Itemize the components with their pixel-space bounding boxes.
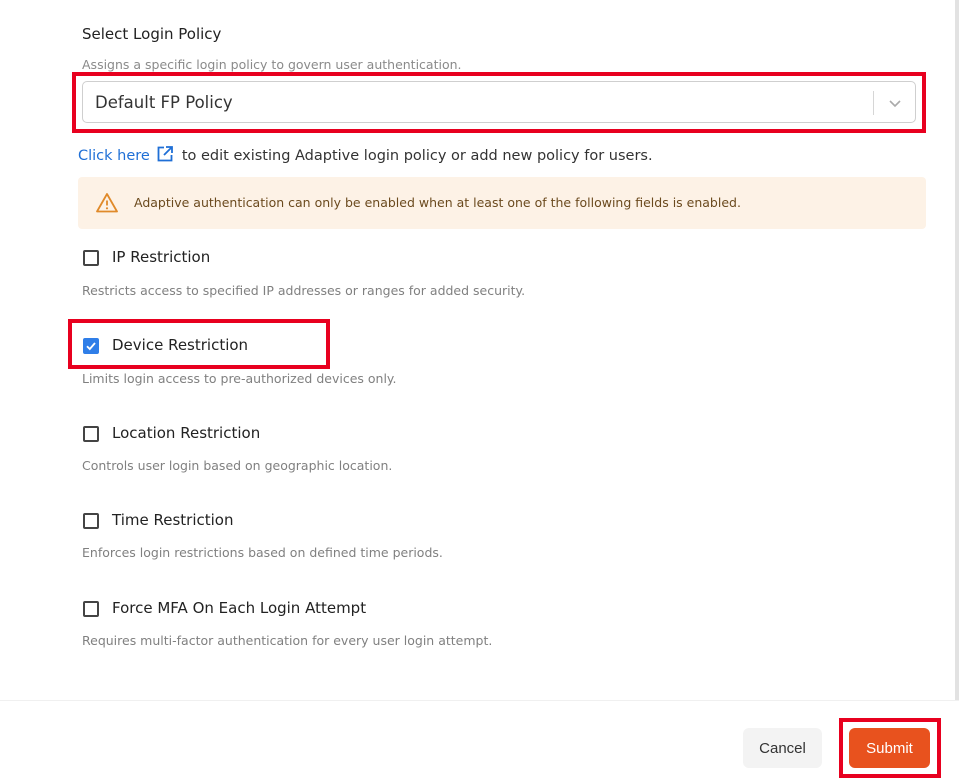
force-mfa-checkbox[interactable]: [83, 601, 99, 617]
time-restriction-description: Enforces login restrictions based on def…: [82, 545, 443, 560]
policy-select-highlight: [72, 72, 926, 133]
submit-highlight: [839, 718, 941, 778]
click-here-link[interactable]: Click here: [78, 148, 150, 164]
ip-restriction-checkbox[interactable]: [83, 250, 99, 266]
cancel-button[interactable]: Cancel: [743, 728, 822, 768]
external-link-icon[interactable]: [156, 145, 174, 163]
device-restriction-highlight: [68, 319, 330, 369]
time-restriction-checkbox[interactable]: [83, 513, 99, 529]
ip-restriction-label: IP Restriction: [112, 248, 211, 266]
policy-title: Select Login Policy: [82, 25, 222, 43]
adaptive-auth-alert: Adaptive authentication can only be enab…: [78, 177, 926, 229]
alert-text: Adaptive authentication can only be enab…: [134, 195, 741, 210]
force-mfa-description: Requires multi-factor authentication for…: [82, 633, 493, 648]
location-restriction-description: Controls user login based on geographic …: [82, 458, 393, 473]
scrollbar-track[interactable]: [955, 0, 959, 700]
force-mfa-label: Force MFA On Each Login Attempt: [112, 599, 367, 617]
time-restriction-label: Time Restriction: [112, 511, 234, 529]
policy-link-row: Click here to edit existing Adaptive log…: [78, 145, 653, 164]
warning-icon: [96, 193, 118, 213]
location-restriction-checkbox[interactable]: [83, 426, 99, 442]
ip-restriction-description: Restricts access to specified IP address…: [82, 283, 526, 298]
location-restriction-label: Location Restriction: [112, 424, 261, 442]
device-restriction-description: Limits login access to pre-authorized de…: [82, 371, 397, 386]
policy-description: Assigns a specific login policy to gover…: [82, 57, 462, 72]
policy-link-description: to edit existing Adaptive login policy o…: [181, 148, 653, 164]
